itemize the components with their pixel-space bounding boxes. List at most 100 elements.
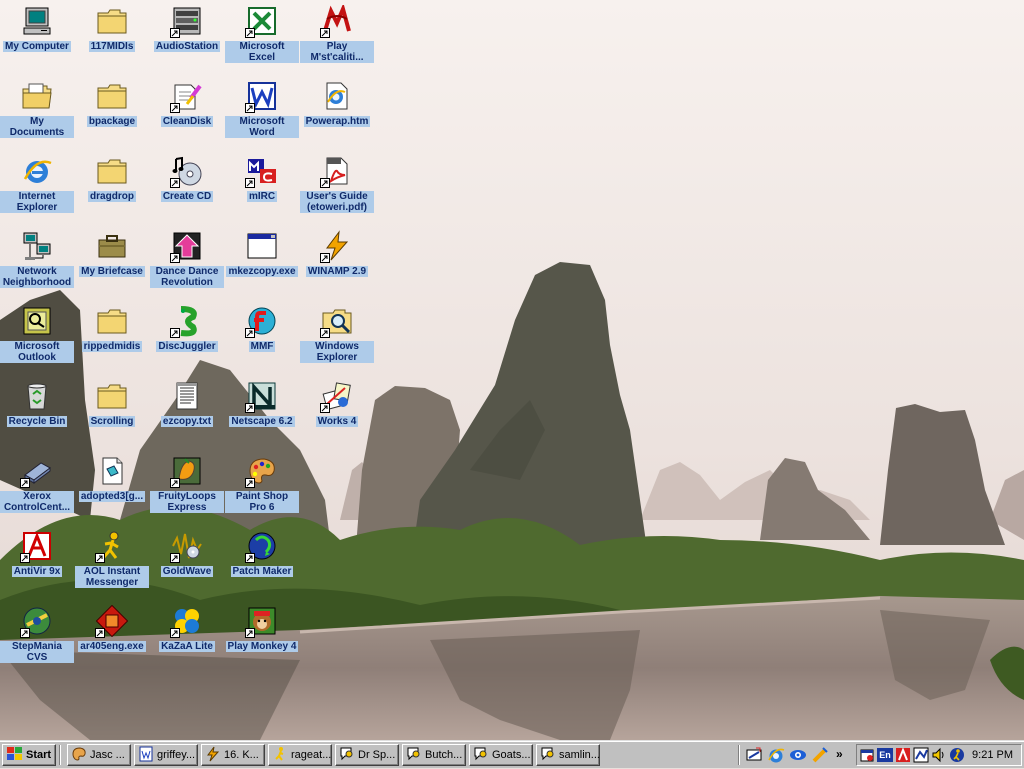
desktop-icon-powerap[interactable]: Powerap.htm xyxy=(300,77,374,152)
excel-icon xyxy=(245,4,279,38)
desktop-icon-cleandisk[interactable]: CleanDisk xyxy=(150,77,224,152)
clock[interactable]: 9:21 PM xyxy=(972,749,1013,761)
taskbar-separator xyxy=(59,745,61,765)
netscape-icon xyxy=(245,379,279,413)
icon-label: rippedmidis xyxy=(81,341,143,352)
task-label: 16. K... xyxy=(224,749,259,761)
task-button-rageat[interactable]: rageat... xyxy=(268,744,332,766)
task-button-jasc[interactable]: Jasc ... xyxy=(67,744,131,766)
task-button-samlin[interactable]: samlin... xyxy=(536,744,600,766)
task-button-16k[interactable]: 16. K... xyxy=(201,744,265,766)
desktop-icon-antivir[interactable]: AntiVir 9x xyxy=(0,527,74,602)
desktop-icon-create-cd[interactable]: Create CD xyxy=(150,152,224,227)
task-label: Dr Sp... xyxy=(358,749,396,761)
task-button-butch[interactable]: Butch... xyxy=(402,744,466,766)
desktop-icon-mirc[interactable]: mIRC xyxy=(225,152,299,227)
desktop-icon-microsoft-excel[interactable]: Microsoft Excel xyxy=(225,2,299,77)
icon-label: Play M'st'caliti... xyxy=(300,41,374,63)
discjuggler-icon xyxy=(170,304,204,338)
desktop-icon-aol-instant-messenger[interactable]: AOL Instant Messenger xyxy=(75,527,149,602)
aim-tray-icon[interactable] xyxy=(949,747,965,763)
shortcut-arrow-icon xyxy=(245,103,255,113)
desktop-icon-discjuggler[interactable]: DiscJuggler xyxy=(150,302,224,377)
desktop-icon-my-computer[interactable]: My Computer xyxy=(0,2,74,77)
desktop-icon-my-briefcase[interactable]: My Briefcase xyxy=(75,227,149,302)
desktop-icon-dance-dance-revolution[interactable]: Dance Dance Revolution xyxy=(150,227,224,302)
desktop-icon-play-mstcalities[interactable]: Play M'st'caliti... xyxy=(300,2,374,77)
icon-label: ar405eng.exe xyxy=(78,641,146,652)
quick-launch-more-button[interactable]: » xyxy=(836,747,846,765)
desktop-icon-internet-explorer[interactable]: Internet Explorer xyxy=(0,152,74,227)
briefcase-icon xyxy=(95,229,129,263)
antivir-tray-icon[interactable] xyxy=(895,747,911,763)
installer-icon xyxy=(95,604,129,638)
desktop-icon-xerox-controlcentre[interactable]: Xerox ControlCent... xyxy=(0,452,74,527)
internet-explorer-icon[interactable] xyxy=(767,746,785,764)
task-button-dr-sp[interactable]: Dr Sp... xyxy=(335,744,399,766)
desktop-icon-play-monkey[interactable]: Play Monkey 4 xyxy=(225,602,299,677)
desktop-icon-patch-maker[interactable]: Patch Maker xyxy=(225,527,299,602)
network-tray-icon[interactable] xyxy=(913,747,929,763)
monkey-game-icon xyxy=(245,604,279,638)
desktop-icon-adopted3[interactable]: adopted3[g... xyxy=(75,452,149,527)
shortcut-arrow-icon xyxy=(170,253,180,263)
language-indicator-icon[interactable]: En xyxy=(877,748,893,762)
aim-chat-icon xyxy=(473,746,492,765)
desktop-icon-paint-shop-pro[interactable]: Paint Shop Pro 6 xyxy=(225,452,299,527)
icon-label: dragdrop xyxy=(88,191,136,202)
outlook-express-icon[interactable] xyxy=(789,746,807,764)
desktop-icon-kazaa-lite[interactable]: KaZaA Lite xyxy=(150,602,224,677)
shortcut-arrow-icon xyxy=(245,328,255,338)
desktop-icon-stepmania[interactable]: StepMania CVS xyxy=(0,602,74,677)
shortcut-arrow-icon xyxy=(320,28,330,38)
folder-icon xyxy=(95,379,129,413)
icon-label: Create CD xyxy=(160,191,214,202)
outlook-icon xyxy=(20,304,54,338)
start-button[interactable]: Start xyxy=(2,744,56,766)
desktop-icon-microsoft-outlook[interactable]: Microsoft Outlook xyxy=(0,302,74,377)
desktop-icon-recycle-bin[interactable]: Recycle Bin xyxy=(0,377,74,452)
desktop-icon-windows-explorer[interactable]: Windows Explorer xyxy=(300,302,374,377)
desktop-icon-netscape[interactable]: Netscape 6.2 xyxy=(225,377,299,452)
desktop-icon-bpackage[interactable]: bpackage xyxy=(75,77,149,152)
desktop-icon-117midis[interactable]: 117MIDIs xyxy=(75,2,149,77)
desktop-icon-audiostation[interactable]: AudioStation xyxy=(150,2,224,77)
desktop-icon-microsoft-word[interactable]: Microsoft Word xyxy=(225,77,299,152)
shortcut-arrow-icon xyxy=(170,178,180,188)
desktop-icon-my-documents[interactable]: My Documents xyxy=(0,77,74,152)
desktop-icon-winamp[interactable]: WINAMP 2.9 xyxy=(300,227,374,302)
folder-icon xyxy=(95,79,129,113)
show-desktop-icon[interactable] xyxy=(745,746,763,764)
desktop-icon-mkezcopy[interactable]: mkezcopy.exe xyxy=(225,227,299,302)
desktop-icon-ezcopy[interactable]: ezcopy.txt xyxy=(150,377,224,452)
desktop-icon-mmf[interactable]: MMF xyxy=(225,302,299,377)
icon-label: AOL Instant Messenger xyxy=(75,566,149,588)
shortcut-arrow-icon xyxy=(245,28,255,38)
desktop-icon-ar405eng[interactable]: ar405eng.exe xyxy=(75,602,149,677)
desktop-icon-rippedmidis[interactable]: rippedmidis xyxy=(75,302,149,377)
icon-label: Microsoft Excel xyxy=(225,41,299,63)
desktop-icon-network-neighborhood[interactable]: Network Neighborhood xyxy=(0,227,74,302)
task-label: Goats... xyxy=(492,749,531,761)
aim-chat-icon xyxy=(339,746,358,765)
task-button-griffey[interactable]: griffey... xyxy=(134,744,198,766)
icon-label: GoldWave xyxy=(160,566,214,577)
desktop-icon-scrolling[interactable]: Scrolling xyxy=(75,377,149,452)
desktop-icon-users-guide[interactable]: User's Guide (etoweri.pdf) xyxy=(300,152,374,227)
desktop-icon-goldwave[interactable]: GoldWave xyxy=(150,527,224,602)
icon-label: Paint Shop Pro 6 xyxy=(225,491,299,513)
channels-icon[interactable] xyxy=(811,746,829,764)
works-icon xyxy=(320,379,354,413)
shortcut-arrow-icon xyxy=(20,478,30,488)
icon-label: adopted3[g... xyxy=(78,491,146,502)
desktop-icon-dragdrop[interactable]: dragdrop xyxy=(75,152,149,227)
desktop[interactable]: My Computer My Documents Internet Explor… xyxy=(0,0,1024,740)
scheduler-icon[interactable] xyxy=(859,747,875,763)
icon-label: User's Guide (etoweri.pdf) xyxy=(300,191,374,213)
icon-label: Scrolling xyxy=(88,416,136,427)
desktop-icon-works[interactable]: Works 4 xyxy=(300,377,374,452)
volume-icon[interactable] xyxy=(931,747,947,763)
text-file-icon xyxy=(170,379,204,413)
task-button-goats[interactable]: Goats... xyxy=(469,744,533,766)
desktop-icon-fruityloops[interactable]: FruityLoops Express xyxy=(150,452,224,527)
